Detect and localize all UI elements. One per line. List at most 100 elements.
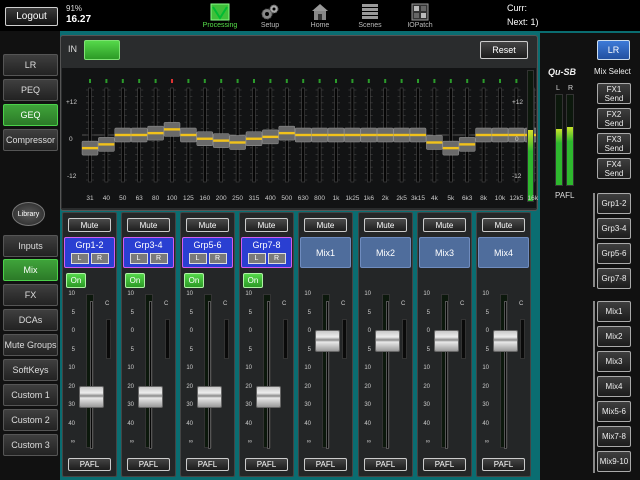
geq-fader-line — [442, 146, 459, 150]
pafl-button[interactable]: PAFL — [423, 458, 466, 471]
pafl-button[interactable]: PAFL — [364, 458, 407, 471]
group-name-button[interactable]: Grp3-4 L R — [123, 237, 174, 268]
on-button[interactable]: On — [66, 273, 86, 288]
proc-geq-button[interactable]: GEQ — [3, 104, 58, 126]
geq-scale-bot-left: -12 — [67, 173, 77, 180]
layer-inputs-button[interactable]: Inputs — [3, 235, 58, 257]
mute-button[interactable]: Mute — [364, 218, 407, 232]
library-button[interactable]: Library — [12, 202, 45, 226]
fx-send-button[interactable]: FX3 Send — [597, 133, 631, 154]
mute-button[interactable]: Mute — [127, 218, 170, 232]
mix-name-button[interactable]: Mix1 — [300, 237, 351, 268]
fx-send-button[interactable]: FX1 Send — [597, 83, 631, 104]
layer-softkeys-button[interactable]: SoftKeys — [3, 359, 58, 381]
mix-select-button[interactable]: Mix1 — [597, 301, 631, 322]
group-name-button[interactable]: Grp7-8 L R — [241, 237, 292, 268]
mix-select-button[interactable]: Mix7-8 — [597, 426, 631, 447]
clip-label: C — [164, 301, 169, 307]
mute-button[interactable]: Mute — [186, 218, 229, 232]
geq-fader-line — [459, 143, 476, 146]
channel-fader[interactable] — [434, 330, 459, 352]
pafl-button[interactable]: PAFL — [245, 458, 288, 471]
nav-label: Processing — [202, 22, 238, 29]
layer-mix-button[interactable]: Mix — [3, 259, 58, 281]
layer-custom1-button[interactable]: Custom 1 — [3, 384, 58, 406]
layer-custom2-button[interactable]: Custom 2 — [3, 409, 58, 431]
layer-fx-button[interactable]: FX — [3, 284, 58, 306]
fx-send-button[interactable]: FX4 Send — [597, 158, 631, 179]
layer-dcas-button[interactable]: DCAs — [3, 309, 58, 331]
mix-select-button[interactable]: Mix4 — [597, 376, 631, 397]
nav-home[interactable]: Home — [293, 0, 347, 31]
nav-processing[interactable]: Processing — [193, 0, 247, 31]
pafl-button[interactable]: PAFL — [482, 458, 525, 471]
mute-button[interactable]: Mute — [423, 218, 466, 232]
geq-reset-button[interactable]: Reset — [480, 41, 528, 59]
proc-compressor-button[interactable]: Compressor — [3, 129, 58, 151]
geq-led — [89, 79, 91, 83]
clip-meter — [461, 319, 466, 359]
channel-fader[interactable] — [79, 386, 104, 408]
pafl-button[interactable]: PAFL — [127, 458, 170, 471]
channel-fader[interactable] — [197, 386, 222, 408]
nav-iopatch[interactable]: IOPatch — [393, 0, 447, 31]
mix-lr-button[interactable]: LR — [597, 40, 630, 60]
mute-button[interactable]: Mute — [482, 218, 525, 232]
fader-track — [386, 301, 389, 449]
clip-label: C — [519, 301, 524, 307]
mix-name-button[interactable]: Mix2 — [360, 237, 411, 268]
mix-select-button[interactable]: Mix5-6 — [597, 401, 631, 422]
channel-fader[interactable] — [138, 386, 163, 408]
clip-meter — [224, 319, 229, 359]
on-button[interactable]: On — [243, 273, 263, 288]
mix-select-button[interactable]: Mix3 — [597, 351, 631, 372]
next-scene: Next: 1) — [507, 17, 539, 27]
geq-fader-line — [131, 133, 148, 137]
geq-led — [351, 79, 354, 83]
geq-led — [482, 79, 485, 83]
geq-fader-area — [62, 68, 542, 208]
pafl-button[interactable]: PAFL — [68, 458, 111, 471]
group-select-button[interactable]: Grp3-4 — [597, 218, 631, 239]
fx-send-button[interactable]: FX2 Send — [597, 108, 631, 129]
channel-fader[interactable] — [315, 330, 340, 352]
fader-scale-label: 10 — [68, 365, 75, 371]
group-select-button[interactable]: Grp5-6 — [597, 243, 631, 264]
on-button[interactable]: On — [125, 273, 145, 288]
geq-fader-line — [475, 133, 492, 137]
group-select-button[interactable]: Grp7-8 — [597, 268, 631, 289]
geq-in-button[interactable] — [84, 40, 120, 60]
on-button[interactable]: On — [184, 273, 204, 288]
proc-peq-button[interactable]: PEQ — [3, 79, 58, 101]
mute-button[interactable]: Mute — [245, 218, 288, 232]
mix-select-button[interactable]: Mix9-10 — [597, 451, 631, 472]
group-name-button[interactable]: Grp5-6 L R — [182, 237, 233, 268]
layer-custom3-button[interactable]: Custom 3 — [3, 434, 58, 456]
nav-scenes[interactable]: Scenes — [343, 0, 397, 31]
geq-fader-line — [98, 143, 115, 146]
gears-icon — [260, 3, 280, 21]
fader-scale-label: 5 — [248, 346, 252, 353]
mute-button[interactable]: Mute — [68, 218, 111, 232]
pafl-button[interactable]: PAFL — [186, 458, 229, 471]
fader-scale-label: 30 — [68, 402, 75, 408]
mix-select-button[interactable]: Mix2 — [597, 326, 631, 347]
channel-fader[interactable] — [375, 330, 400, 352]
geq-led — [318, 79, 321, 83]
layer-mute-groups-button[interactable]: Mute Groups — [3, 334, 58, 356]
group-select-button[interactable]: Grp1-2 — [597, 193, 631, 214]
mute-button[interactable]: Mute — [304, 218, 347, 232]
group-name-button[interactable]: Grp1-2 L R — [64, 237, 115, 268]
group-name: Grp5-6 — [193, 240, 222, 250]
geq-faders[interactable] — [62, 68, 542, 208]
mix-name-button[interactable]: Mix4 — [478, 237, 529, 268]
clip-label: C — [460, 301, 465, 307]
proc-lr-button[interactable]: LR — [3, 54, 58, 76]
logout-button[interactable]: Logout — [5, 7, 58, 26]
mix-name-button[interactable]: Mix3 — [419, 237, 470, 268]
channel-fader[interactable] — [493, 330, 518, 352]
channel-fader[interactable] — [256, 386, 281, 408]
geq-led — [417, 79, 419, 83]
nav-setup[interactable]: Setup — [243, 0, 297, 31]
pafl-button[interactable]: PAFL — [304, 458, 347, 471]
